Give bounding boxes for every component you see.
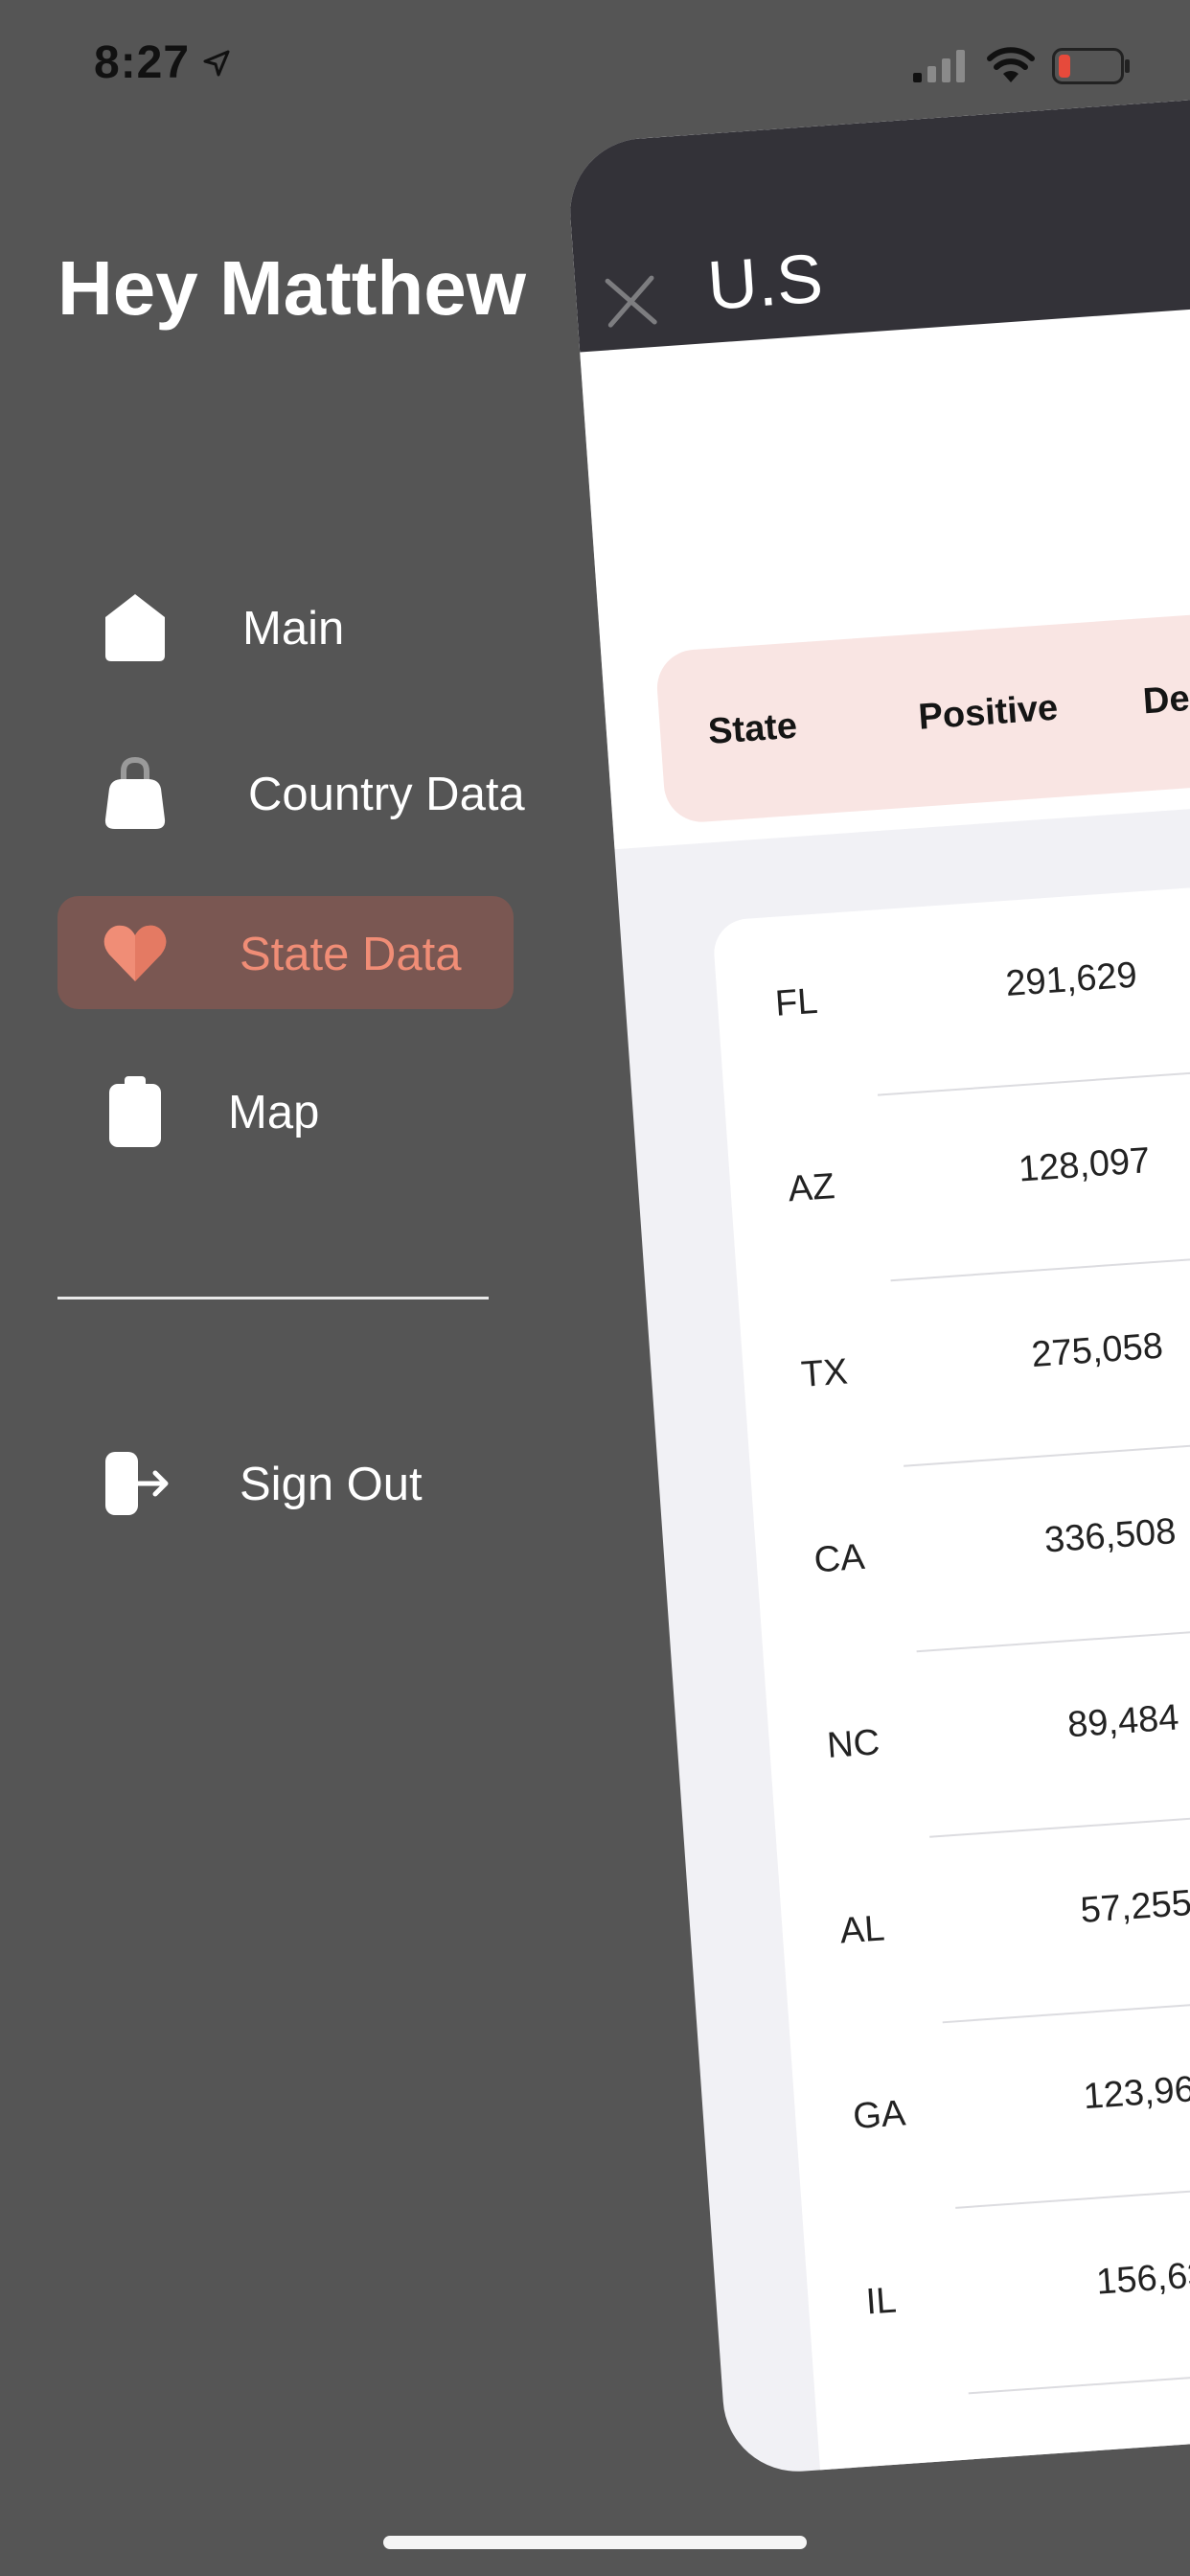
menu-item-label: State Data [240, 929, 462, 980]
bag-icon [104, 756, 166, 829]
cellular-signal-icon [913, 50, 965, 82]
menu-item-map[interactable]: Map [57, 1054, 514, 1167]
state-list[interactable]: FL 291,629 4 AZ 128,097 2 TX 275,058 CA … [711, 847, 1190, 2477]
status-time: 8:27 [94, 37, 191, 88]
status-bar: 8:27 [0, 0, 1190, 129]
home-indicator[interactable] [383, 2536, 807, 2549]
sign-out-label: Sign Out [240, 1459, 423, 1510]
menu-item-country-data[interactable]: Country Data [57, 736, 525, 849]
cell-state: AZ [787, 1166, 836, 1210]
cell-positive: 275,058 [1030, 1325, 1165, 1376]
cell-state: TX [799, 1351, 850, 1395]
battery-icon [1052, 48, 1130, 84]
cell-positive: 128,097 [1017, 1140, 1152, 1190]
wifi-icon [987, 47, 1035, 82]
cell-positive: 89,484 [1065, 1697, 1180, 1746]
cell-state: IL [864, 2280, 898, 2323]
cell-state: NC [825, 1722, 881, 1766]
cell-positive: 156,638 [1094, 2253, 1190, 2303]
close-icon[interactable] [602, 272, 661, 332]
cell-state: GA [851, 2093, 907, 2138]
sign-out-icon [105, 1452, 169, 1515]
column-header-state: State [706, 705, 799, 753]
cell-positive: 123,963 [1082, 2067, 1190, 2118]
column-header-deaths: Dea [1141, 677, 1190, 723]
cell-state: AL [838, 1908, 886, 1952]
cell-positive: 291,629 [1004, 954, 1139, 1005]
card-title: U.S [704, 240, 826, 325]
greeting-title: Hey Matthew [57, 245, 526, 331]
heart-icon [103, 925, 167, 981]
row-divider [968, 2329, 1190, 2395]
home-icon [105, 594, 165, 661]
sign-out-button[interactable]: Sign Out [57, 1426, 514, 1539]
cell-positive: 336,508 [1042, 1511, 1178, 1561]
cell-state: FL [773, 980, 819, 1024]
menu-item-state-data[interactable]: State Data [57, 896, 514, 1009]
column-header-positive: Positive [917, 687, 1060, 738]
state-data-card[interactable]: U.S State Positive Dea FL 291,629 4 AZ 1… [565, 73, 1190, 2477]
cell-positive: 57,255 [1079, 1882, 1190, 1931]
location-arrow-icon [203, 50, 230, 77]
menu-item-label: Country Data [248, 769, 525, 820]
menu-item-main[interactable]: Main [57, 570, 514, 683]
table-row[interactable]: FL 291,629 4 [712, 848, 1190, 1107]
clipboard-icon [109, 1076, 161, 1147]
menu-item-label: Main [242, 603, 345, 655]
menu-divider [57, 1297, 489, 1300]
cell-state: CA [812, 1536, 866, 1581]
menu-item-label: Map [228, 1087, 320, 1138]
